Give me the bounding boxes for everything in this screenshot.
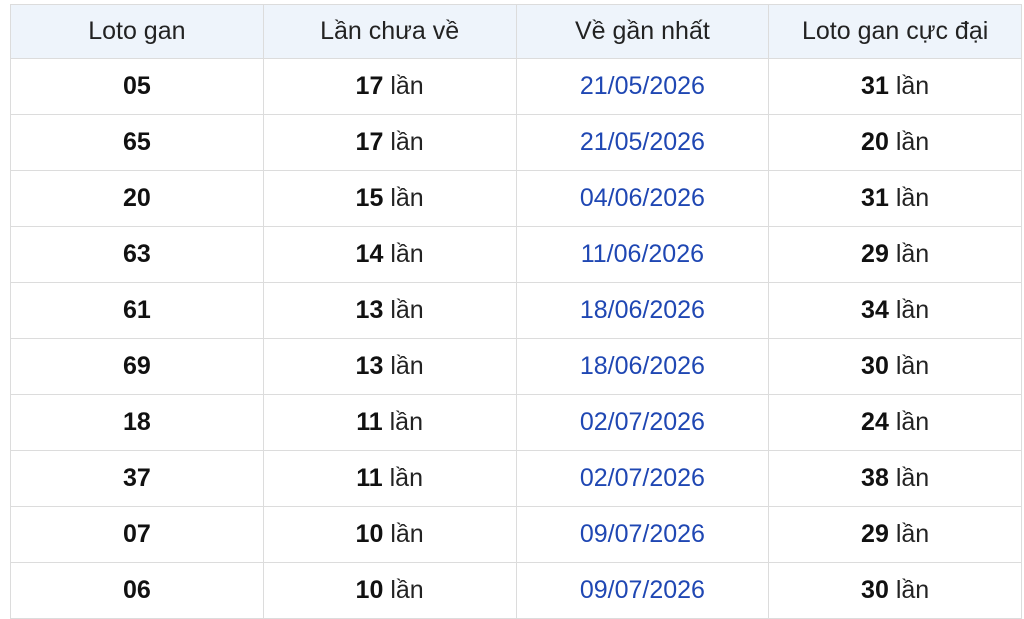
cell-loto-number: 18 — [10, 394, 264, 451]
cell-last-date[interactable]: 21/05/2026 — [515, 58, 770, 115]
cell-missing-count: 17 lần — [262, 58, 517, 115]
missing-count-value: 13 — [355, 352, 384, 380]
cell-max-gan: 38 lần — [768, 450, 1022, 507]
cell-missing-count: 10 lần — [262, 562, 517, 619]
max-gan-unit: lần — [895, 352, 930, 380]
cell-loto-number: 07 — [10, 506, 264, 563]
cell-max-gan: 30 lần — [768, 338, 1022, 395]
cell-last-date[interactable]: 18/06/2026 — [515, 338, 770, 395]
table-row: 20 15 lần 04/06/2026 31 lần — [10, 170, 1022, 227]
table-row: 05 17 lần 21/05/2026 31 lần — [10, 58, 1022, 115]
missing-count-value: 10 — [355, 576, 384, 604]
missing-count-unit: lần — [390, 240, 424, 268]
missing-count-unit: lần — [390, 352, 424, 380]
max-gan-value: 30 — [861, 576, 889, 604]
max-gan-unit: lần — [895, 576, 930, 604]
missing-count-value: 17 — [355, 128, 384, 156]
cell-loto-number: 65 — [10, 114, 264, 171]
missing-count-unit: lần — [390, 520, 424, 548]
missing-count-unit: lần — [390, 296, 424, 324]
missing-count-unit: lần — [390, 72, 424, 100]
missing-count-value: 11 — [356, 464, 383, 492]
cell-missing-count: 15 lần — [262, 170, 517, 227]
table-header: Loto gan Lần chưa về Về gần nhất Loto ga… — [10, 4, 1022, 59]
max-gan-value: 29 — [861, 240, 889, 268]
max-gan-unit: lần — [895, 408, 930, 436]
max-gan-unit: lần — [895, 240, 930, 268]
cell-loto-number: 61 — [10, 282, 264, 339]
max-gan-unit: lần — [895, 296, 930, 324]
missing-count-unit: lần — [390, 128, 424, 156]
cell-last-date[interactable]: 21/05/2026 — [515, 114, 770, 171]
loto-gan-table: Loto gan Lần chưa về Về gần nhất Loto ga… — [10, 4, 1022, 619]
header-loto-gan-cuc-dai: Loto gan cực đại — [768, 4, 1022, 59]
cell-max-gan: 31 lần — [768, 58, 1022, 115]
max-gan-value: 31 — [861, 72, 889, 100]
max-gan-value: 29 — [861, 520, 889, 548]
max-gan-unit: lần — [895, 464, 930, 492]
cell-loto-number: 20 — [10, 170, 264, 227]
cell-missing-count: 11 lần — [262, 450, 517, 507]
cell-loto-number: 05 — [10, 58, 264, 115]
table-row: 63 14 lần 11/06/2026 29 lần — [10, 226, 1022, 283]
table-body: 05 17 lần 21/05/2026 31 lần 65 17 lần 21/05/20… — [10, 58, 1022, 619]
loto-gan-table-container: Loto gan Lần chưa về Về gần nhất Loto ga… — [10, 4, 1022, 619]
cell-max-gan: 31 lần — [768, 170, 1022, 227]
cell-last-date[interactable]: 02/07/2026 — [515, 450, 770, 507]
cell-max-gan: 29 lần — [768, 226, 1022, 283]
max-gan-unit: lần — [895, 520, 930, 548]
max-gan-value: 20 — [861, 128, 889, 156]
cell-max-gan: 24 lần — [768, 394, 1022, 451]
cell-missing-count: 10 lần — [262, 506, 517, 563]
missing-count-value: 13 — [355, 296, 384, 324]
cell-missing-count: 13 lần — [262, 338, 517, 395]
max-gan-value: 38 — [861, 464, 889, 492]
max-gan-unit: lần — [895, 184, 930, 212]
max-gan-value: 30 — [861, 352, 889, 380]
missing-count-unit: lần — [390, 576, 424, 604]
cell-max-gan: 30 lần — [768, 562, 1022, 619]
missing-count-value: 11 — [356, 408, 383, 436]
cell-last-date[interactable]: 09/07/2026 — [515, 562, 770, 619]
max-gan-value: 34 — [861, 296, 889, 324]
missing-count-unit: lần — [389, 464, 423, 492]
cell-last-date[interactable]: 11/06/2026 — [515, 226, 770, 283]
table-row: 18 11 lần 02/07/2026 24 lần — [10, 394, 1022, 451]
max-gan-value: 31 — [861, 184, 889, 212]
missing-count-unit: lần — [390, 184, 424, 212]
max-gan-unit: lần — [895, 128, 930, 156]
missing-count-value: 15 — [355, 184, 384, 212]
cell-missing-count: 13 lần — [262, 282, 517, 339]
missing-count-value: 14 — [355, 240, 384, 268]
cell-loto-number: 63 — [10, 226, 264, 283]
cell-last-date[interactable]: 02/07/2026 — [515, 394, 770, 451]
header-lan-chua-ve: Lần chưa về — [262, 4, 517, 59]
missing-count-unit: lần — [389, 408, 423, 436]
missing-count-value: 17 — [355, 72, 384, 100]
table-row: 69 13 lần 18/06/2026 30 lần — [10, 338, 1022, 395]
cell-max-gan: 34 lần — [768, 282, 1022, 339]
header-loto-gan: Loto gan — [10, 4, 264, 59]
table-row: 65 17 lần 21/05/2026 20 lần — [10, 114, 1022, 171]
table-row: 06 10 lần 09/07/2026 30 lần — [10, 562, 1022, 619]
cell-last-date[interactable]: 04/06/2026 — [515, 170, 770, 227]
cell-max-gan: 29 lần — [768, 506, 1022, 563]
cell-loto-number: 06 — [10, 562, 264, 619]
table-row: 37 11 lần 02/07/2026 38 lần — [10, 450, 1022, 507]
missing-count-value: 10 — [355, 520, 384, 548]
table-row: 07 10 lần 09/07/2026 29 lần — [10, 506, 1022, 563]
max-gan-value: 24 — [861, 408, 889, 436]
max-gan-unit: lần — [895, 72, 930, 100]
cell-loto-number: 37 — [10, 450, 264, 507]
cell-last-date[interactable]: 18/06/2026 — [515, 282, 770, 339]
table-row: 61 13 lần 18/06/2026 34 lần — [10, 282, 1022, 339]
header-row: Loto gan Lần chưa về Về gần nhất Loto ga… — [10, 4, 1022, 59]
cell-missing-count: 14 lần — [262, 226, 517, 283]
cell-loto-number: 69 — [10, 338, 264, 395]
cell-missing-count: 11 lần — [262, 394, 517, 451]
cell-last-date[interactable]: 09/07/2026 — [515, 506, 770, 563]
header-ve-gan-nhat: Về gần nhất — [515, 4, 770, 59]
cell-max-gan: 20 lần — [768, 114, 1022, 171]
cell-missing-count: 17 lần — [262, 114, 517, 171]
